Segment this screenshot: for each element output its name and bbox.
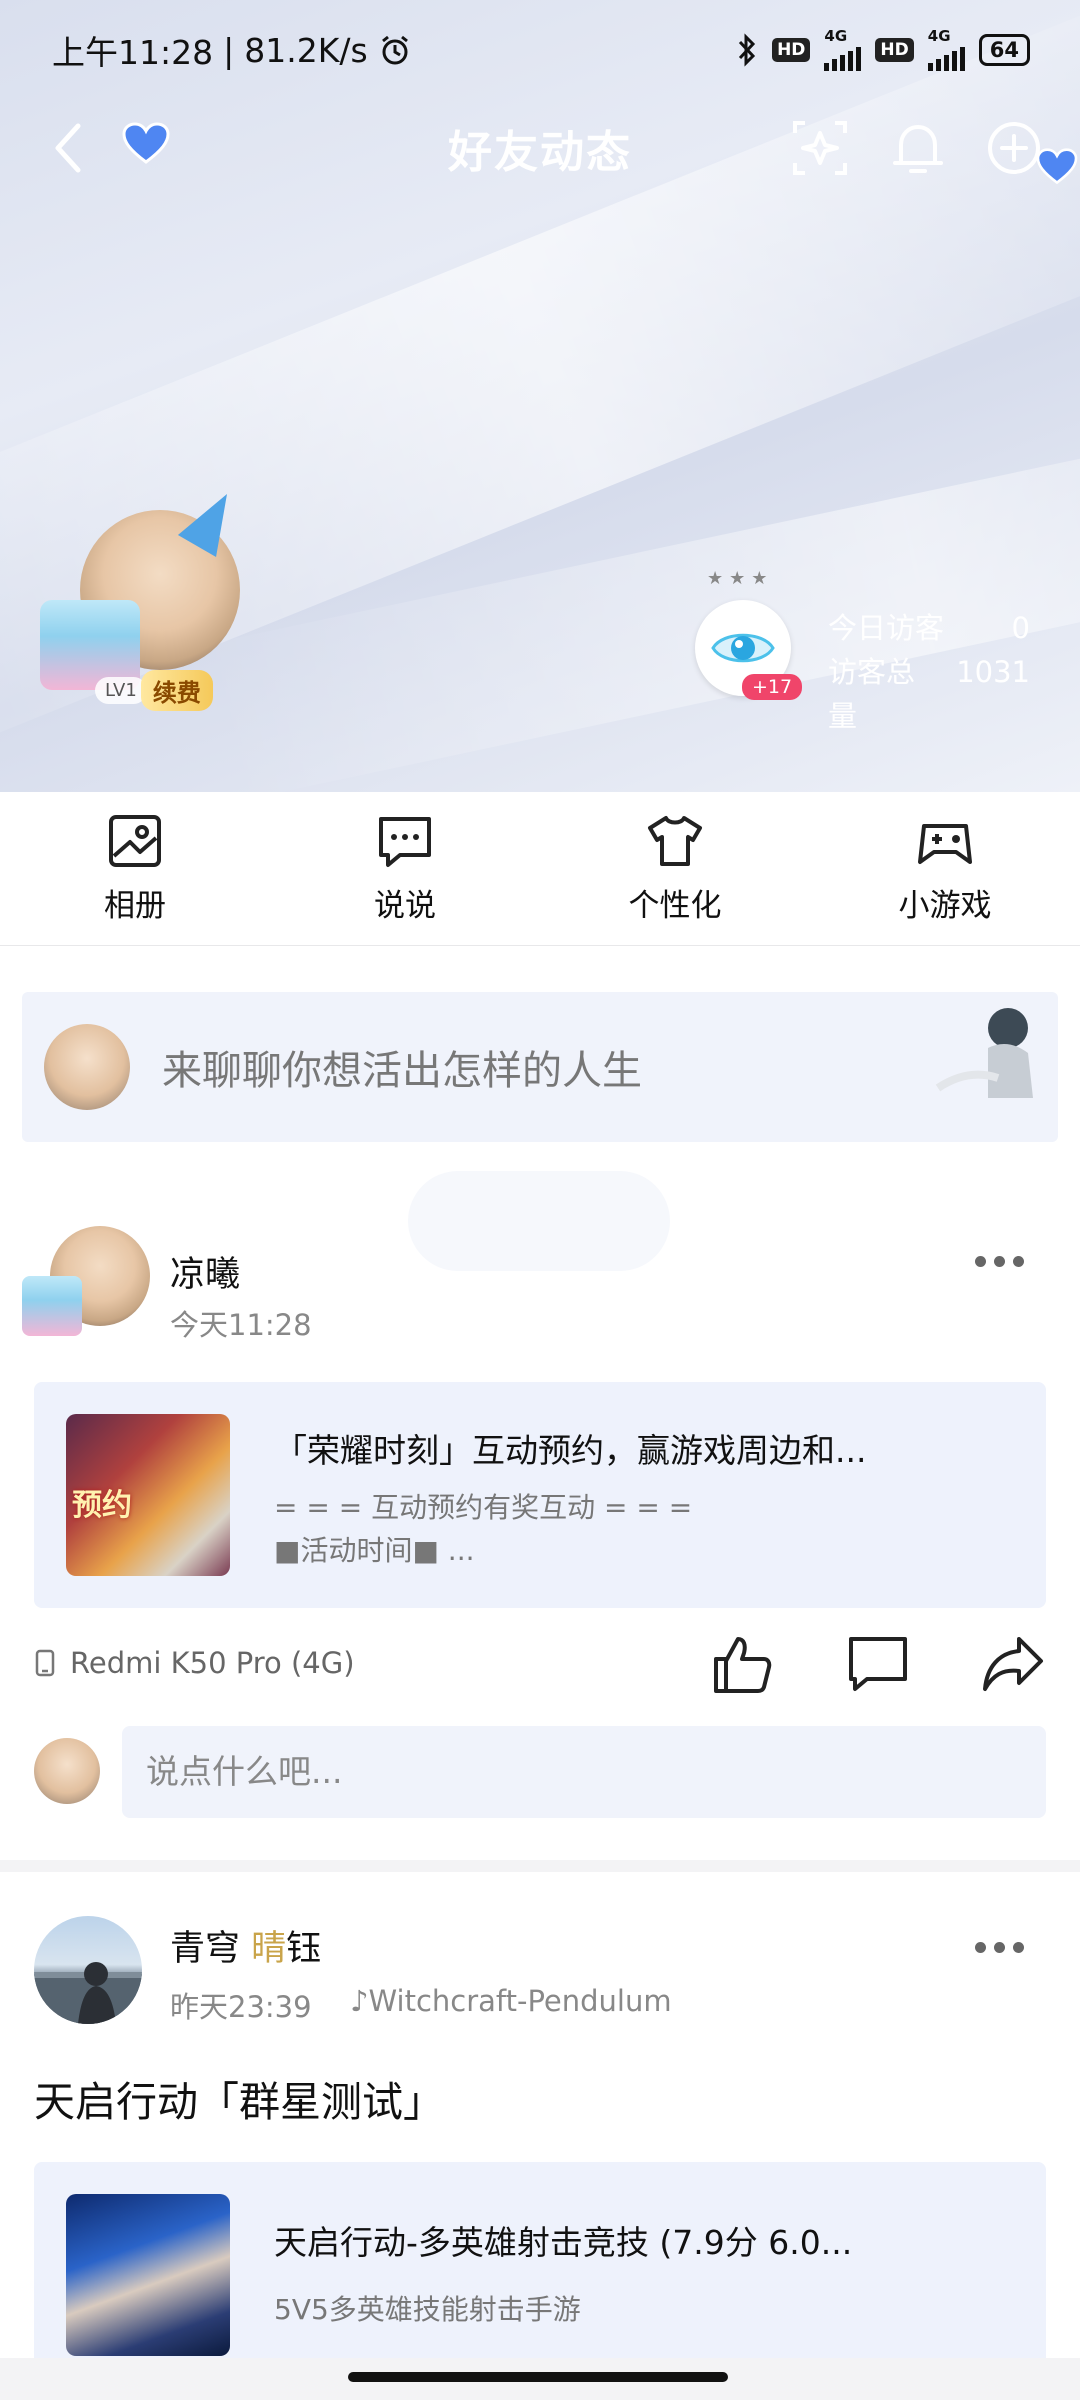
card-desc-line: = = = 互动预约有奖互动 = = = — [274, 1491, 693, 1524]
album-icon — [109, 815, 161, 867]
quick-nav-label: 相册 — [104, 888, 166, 924]
card-description: = = = 互动预约有奖互动 = = = ■活动时间■ ... — [274, 1486, 692, 1572]
sparkle-scan-icon — [793, 121, 847, 175]
card-title: 「荣耀时刻」互动预约，赢游戏周边和... — [274, 1431, 867, 1470]
level-label: LV1 — [95, 677, 147, 704]
decorative-illustration — [935, 1008, 1033, 1098]
card-thumbnail — [66, 2194, 230, 2356]
total-visitors-label: 访客总量 — [828, 655, 916, 733]
post-time: 今天11:28 — [170, 1308, 312, 1342]
device-info: Redmi K50 Pro (4G) — [34, 1646, 355, 1680]
gamepad-icon — [918, 824, 972, 864]
author-name[interactable]: 凉曦 — [170, 1246, 240, 1297]
card-description: 5V5多英雄技能射击手游 — [274, 2293, 581, 2326]
shared-link-card[interactable]: 预约 「荣耀时刻」互动预约，赢游戏周边和... = = = 互动预约有奖互动 =… — [34, 1382, 1046, 1608]
today-visitors-label: 今日访客 — [828, 611, 945, 645]
today-visitors-value: 0 — [1011, 611, 1030, 645]
renew-button[interactable]: 续费 — [140, 670, 213, 711]
comment-row: 说点什么吧... — [34, 1726, 1046, 1818]
post-time: 昨天23:39 — [170, 1990, 312, 2024]
share-arrow-icon — [983, 1637, 1043, 1691]
thumbs-up-icon — [714, 1637, 772, 1693]
author-name[interactable]: 青穹 晴钰 — [170, 1920, 321, 1971]
quick-nav-label: 个性化 — [628, 888, 722, 924]
quick-nav: 相册 说说 个性化 小游戏 — [0, 792, 1080, 946]
feed-section: 来聊聊你想活出怎样的人生 凉曦 今天11:28 预约 「荣耀时刻」互动预约，赢游… — [0, 946, 1080, 1860]
quick-nav-minigames[interactable]: 小游戏 — [810, 792, 1080, 945]
vip-level-badge[interactable]: LV1 续费 — [95, 670, 213, 711]
signal-icon — [927, 43, 965, 71]
device-name: Redmi K50 Pro (4G) — [70, 1646, 355, 1680]
avatar — [44, 1024, 130, 1110]
notifications-button[interactable] — [888, 118, 948, 178]
network-type: 4G — [824, 27, 848, 45]
author-avatar[interactable] — [34, 1916, 142, 2024]
author-name-part: 青穹 — [170, 1929, 252, 1969]
bell-icon — [893, 125, 943, 173]
network-type: 4G — [927, 27, 951, 45]
author-name-highlight: 晴 — [251, 1929, 287, 1969]
profile-avatar[interactable]: LV1 续费 — [40, 483, 250, 711]
hd-badge: HD — [875, 38, 914, 62]
visitor-stats[interactable]: 今日访客 0 访客总量 1031 — [828, 606, 1030, 738]
nav-bar: 好友动态 — [0, 100, 1080, 195]
more-options-button[interactable] — [975, 1256, 1024, 1267]
card-title: 天启行动-多英雄射击竞技 (7.9分 6.0... — [274, 2223, 853, 2262]
battery-indicator: 64 — [978, 34, 1030, 66]
more-options-button[interactable] — [975, 1942, 1024, 1953]
card-thumbnail: 预约 — [66, 1414, 230, 1576]
hd-badge: HD — [772, 38, 811, 62]
add-button[interactable] — [984, 118, 1044, 178]
card-desc-line: ■活动时间■ ... — [274, 1534, 475, 1567]
comment-input[interactable]: 说点什么吧... — [122, 1726, 1046, 1818]
total-visitors-value: 1031 — [956, 655, 1030, 689]
avatar-image — [34, 1962, 142, 2024]
author-avatar[interactable] — [22, 1216, 152, 1346]
status-time: 上午11:28 — [52, 33, 214, 72]
quick-nav-talk[interactable]: 说说 — [270, 792, 540, 945]
post-header: 凉曦 今天11:28 — [0, 1216, 1080, 1346]
eye-icon — [711, 633, 775, 663]
alarm-icon — [381, 35, 408, 65]
heart-icon — [1036, 148, 1078, 185]
home-indicator[interactable] — [348, 2372, 728, 2382]
author-name-part: 钰 — [286, 1929, 322, 1969]
feed-post: 青穹 晴钰 昨天23:39 ♪Witchcraft-Pendulum 天启行动「… — [0, 1872, 1080, 2400]
bluetooth-icon — [738, 33, 756, 67]
music-tag[interactable]: ♪Witchcraft-Pendulum — [350, 1984, 672, 2018]
quick-nav-label: 说说 — [374, 888, 436, 924]
quick-nav-label: 小游戏 — [898, 888, 992, 924]
composer-placeholder: 来聊聊你想活出怎样的人生 — [162, 1048, 642, 1094]
tshirt-icon — [648, 816, 702, 866]
comment-button[interactable] — [843, 1629, 913, 1699]
scan-button[interactable] — [790, 118, 850, 178]
quick-nav-personalize[interactable]: 个性化 — [540, 792, 810, 945]
quick-nav-album[interactable]: 相册 — [0, 792, 270, 945]
signal-icon — [824, 43, 862, 71]
avatar — [34, 1738, 100, 1804]
status-bar: 上午11:28 | 81.2K/s HD 4G HD 4G 64 — [0, 0, 1080, 100]
post-composer[interactable]: 来聊聊你想活出怎样的人生 — [22, 992, 1058, 1142]
visitor-stars: ★★★ — [707, 568, 774, 589]
thumbnail-text: 预约 — [72, 1488, 132, 1523]
comment-icon — [849, 1637, 907, 1691]
like-button[interactable] — [708, 1629, 778, 1699]
profile-cover: 上午11:28 | 81.2K/s HD 4G HD 4G 64 好友动态 LV… — [0, 0, 1080, 792]
talk-icon — [379, 817, 431, 867]
new-visitors-badge: +17 — [742, 674, 803, 700]
post-text: 天启行动「群星测试」 — [34, 2078, 444, 2126]
phone-icon — [35, 1649, 55, 1677]
birthday-cake-frame — [22, 1276, 82, 1336]
plus-circle-icon — [988, 122, 1040, 174]
share-button[interactable] — [978, 1629, 1048, 1699]
status-net-speed: 81.2K/s — [244, 30, 368, 70]
